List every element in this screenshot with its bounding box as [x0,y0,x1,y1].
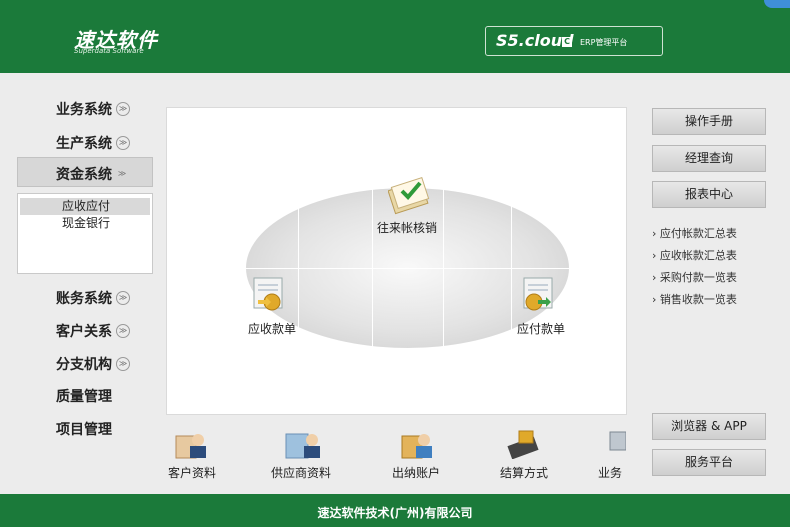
report-link-label: 应付帐款汇总表 [659,227,737,240]
supplier-icon[interactable] [284,428,324,460]
divider [443,188,444,348]
report-center-button[interactable]: 报表中心 [652,181,766,208]
report-link-label: 采购付款一览表 [659,271,737,284]
divider [246,268,569,269]
company-name: 速达软件技术(广州)有限公司 [317,506,473,520]
report-link-sales-receipts[interactable]: › 销售收款一览表 [652,291,737,307]
supplier-data-label[interactable]: 供应商资料 [271,464,331,481]
business-label[interactable]: 业务 [598,464,626,481]
sidebar-item-projects[interactable]: 项目管理 [56,419,112,439]
report-link-purchase-payments[interactable]: › 采购付款一览表 [652,269,737,285]
divider [298,188,299,348]
settlement-icon[interactable] [505,425,545,459]
expand-icon: ≫ [116,136,130,150]
corner-decoration-icon [764,0,790,8]
divider [511,188,512,348]
sidebar-item-label: 生产系统 [56,136,112,152]
customer-icon[interactable] [174,428,210,460]
platform-label: ERP管理平台 [580,38,628,47]
receivable-icon[interactable] [252,276,288,314]
sidebar-item-quality[interactable]: 质量管理 [56,386,112,406]
payable-icon[interactable] [522,276,558,314]
sidebar-item-label: 账务系统 [56,291,112,307]
node-receivable[interactable]: 应收款单 [248,320,296,337]
report-link-payables-summary[interactable]: › 应付帐款汇总表 [652,225,737,241]
report-link-receivables-summary[interactable]: › 应收帐款汇总表 [652,247,737,263]
settlement-method-label[interactable]: 结算方式 [500,464,548,481]
browser-app-button[interactable]: 浏览器 & APP [652,413,766,440]
manual-button[interactable]: 操作手册 [652,108,766,135]
sidebar-item-label: 客户关系 [56,324,112,340]
sidebar-item-label: 项目管理 [56,422,112,438]
sidebar-item-production[interactable]: 生产系统 ≫ [56,133,130,153]
cashier-icon[interactable] [400,428,436,460]
submenu-item-cash-bank[interactable]: 现金银行 [20,215,150,232]
funds-submenu: 应收应付 现金银行 [17,193,153,274]
cashier-account-label[interactable]: 出纳账户 [392,464,440,481]
divider [372,188,373,348]
logo-subtitle: Superdata Software [74,47,144,55]
node-payable[interactable]: 应付款单 [517,320,565,337]
report-link-label: 销售收款一览表 [659,293,737,306]
expand-icon: ≫ [116,357,130,371]
node-reconcile[interactable]: 往来帐核销 [377,219,437,236]
customer-data-label[interactable]: 客户资料 [168,464,216,481]
sidebar-item-business[interactable]: 业务系统 ≫ [56,99,130,119]
reconcile-icon[interactable] [388,173,432,215]
sidebar-item-label: 分支机构 [56,357,112,373]
expand-icon: ≫ [116,291,130,305]
sidebar-item-funds[interactable]: 资金系统 ≫ [56,164,128,184]
business-icon[interactable] [608,428,626,458]
expand-icon: ≫ [116,324,130,338]
cloud-icon: C [562,37,572,47]
sidebar-item-label: 质量管理 [56,389,112,405]
service-platform-button[interactable]: 服务平台 [652,449,766,476]
expand-icon: ≫ [116,102,130,116]
sidebar-item-crm[interactable]: 客户关系 ≫ [56,321,130,341]
sidebar-item-label: 业务系统 [56,102,112,118]
sidebar-item-accounting[interactable]: 账务系统 ≫ [56,288,130,308]
sidebar-item-label: 资金系统 [56,167,112,183]
collapse-icon: ≫ [117,169,127,178]
submenu-item-receivable-payable[interactable]: 应收应付 [20,198,150,215]
manager-query-button[interactable]: 经理查询 [652,145,766,172]
sidebar-item-branches[interactable]: 分支机构 ≫ [56,354,130,374]
report-link-label: 应收帐款汇总表 [659,249,737,262]
